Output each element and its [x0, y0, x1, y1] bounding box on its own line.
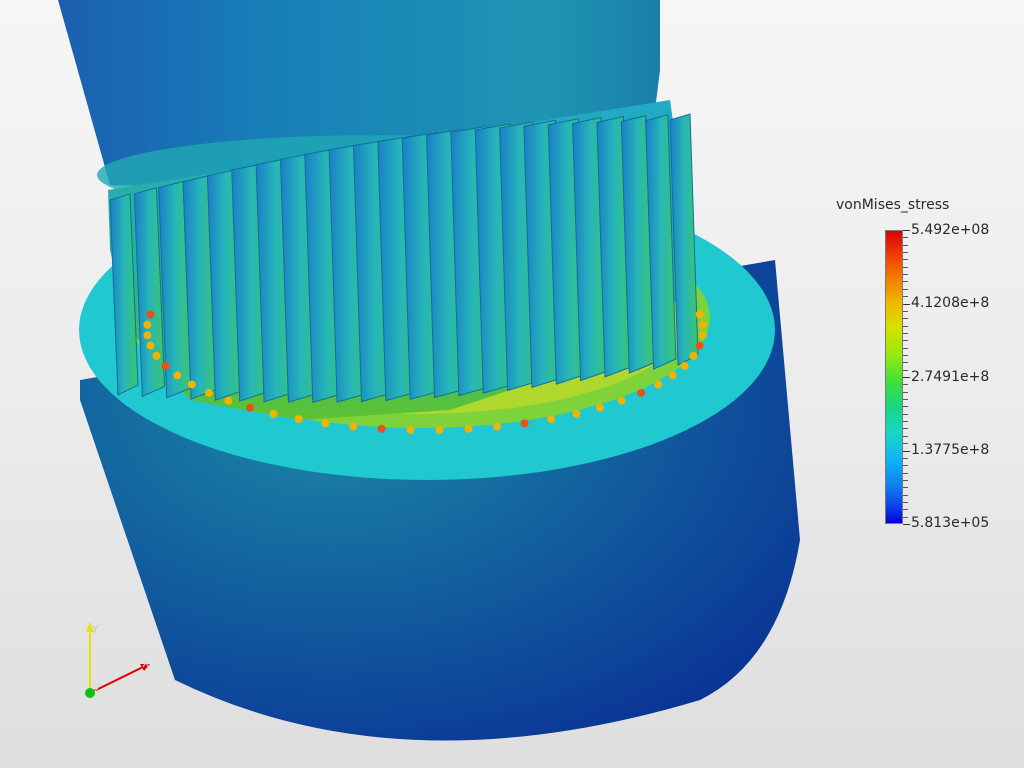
- color-bar-tick: [903, 332, 908, 334]
- color-bar-ticks: [903, 230, 910, 525]
- color-bar-tick: [903, 310, 908, 312]
- legend-label-4: 1.3775e+8: [911, 442, 990, 458]
- color-bar-tick: [903, 457, 908, 459]
- color-bar-tick: [903, 509, 908, 511]
- stress-hotspot: [152, 351, 161, 360]
- render-viewport[interactable]: Y X Z vonMises_stress 5.492e+08 4.1208e+…: [0, 0, 1024, 768]
- legend-label-2: 4.1208e+8: [911, 295, 990, 311]
- stress-hotspot: [572, 409, 581, 418]
- stress-hotspot: [698, 320, 707, 329]
- stress-hotspot: [654, 380, 663, 389]
- stress-hotspot: [143, 320, 152, 329]
- color-bar-tick: [903, 472, 908, 474]
- color-bar-tick: [903, 318, 908, 320]
- stress-hotspot: [617, 396, 626, 405]
- stress-hotspot: [377, 424, 386, 433]
- stress-hotspot: [695, 341, 704, 350]
- color-bar-tick: [903, 237, 908, 239]
- color-bar-tick: [903, 443, 908, 445]
- color-bar-tick: [903, 259, 908, 261]
- stress-hotspot: [406, 425, 415, 434]
- color-bar-tick: [903, 288, 908, 290]
- x-axis-label: X: [142, 657, 150, 670]
- stress-hotspot: [698, 331, 707, 340]
- color-bar-tick: [903, 296, 908, 298]
- color-bar-tick: [903, 516, 908, 518]
- color-bar-tick: [903, 274, 908, 276]
- legend-title: vonMises_stress: [836, 197, 950, 213]
- color-bar-tick: [903, 501, 908, 503]
- color-bar-tick: [903, 362, 908, 364]
- stress-hotspot: [595, 403, 604, 412]
- color-bar-tick: [903, 244, 908, 246]
- stress-hotspot: [695, 310, 704, 319]
- color-bar-tick: [903, 230, 910, 231]
- color-bar-tick: [903, 340, 908, 342]
- stress-hotspot: [204, 388, 213, 397]
- color-bar-tick: [903, 303, 910, 305]
- stress-hotspot: [146, 310, 155, 319]
- color-bar-tick: [903, 384, 908, 386]
- stress-hotspot: [269, 409, 278, 418]
- color-bar-tick: [903, 450, 910, 452]
- color-bar-tick: [903, 347, 908, 349]
- z-axis-label: Z: [94, 682, 102, 695]
- color-bar-tick: [903, 391, 908, 393]
- color-bar-tick: [903, 428, 908, 430]
- stress-hotspot: [349, 422, 358, 431]
- stress-hotspot: [680, 361, 689, 370]
- legend-label-min: 5.813e+05: [911, 515, 990, 531]
- stress-hotspot: [520, 419, 529, 428]
- orientation-axes: Y X Z: [85, 622, 150, 698]
- color-bar-tick: [903, 354, 908, 356]
- stress-hotspot: [161, 361, 170, 370]
- color-bar: [885, 230, 903, 524]
- stress-hotspot: [464, 424, 473, 433]
- stress-hotspot: [294, 415, 303, 424]
- stress-hotspot: [547, 415, 556, 424]
- legend-label-3: 2.7491e+8: [911, 369, 990, 385]
- color-bar-tick: [903, 252, 908, 254]
- color-bar-tick: [903, 325, 908, 327]
- color-bar-tick: [903, 369, 908, 371]
- stress-hotspot: [187, 380, 196, 389]
- color-bar-tick: [903, 465, 908, 467]
- stress-hotspot: [668, 371, 677, 380]
- color-bar-tick: [903, 413, 908, 415]
- color-bar-tick: [903, 494, 908, 496]
- color-bar-tick: [903, 479, 908, 481]
- color-bar-tick: [903, 406, 908, 408]
- y-axis-label: Y: [91, 623, 99, 636]
- color-bar-tick: [903, 421, 908, 423]
- color-bar-tick: [903, 524, 910, 525]
- stress-hotspot: [689, 351, 698, 360]
- stress-hotspot: [435, 425, 444, 434]
- stress-hotspot: [321, 419, 330, 428]
- stress-hotspot: [492, 422, 501, 431]
- color-bar-tick: [903, 281, 908, 283]
- color-bar-tick: [903, 487, 908, 489]
- stress-hotspot: [143, 331, 152, 340]
- stress-hotspot: [173, 371, 182, 380]
- stress-hotspot: [224, 396, 233, 405]
- color-bar-tick: [903, 435, 908, 437]
- color-bar-tick: [903, 399, 908, 401]
- legend-label-max: 5.492e+08: [911, 222, 990, 238]
- color-bar-tick: [903, 266, 908, 268]
- color-bar-tick: [903, 377, 910, 378]
- stress-hotspot: [246, 403, 255, 412]
- stress-hotspot: [146, 341, 155, 350]
- stress-model-render[interactable]: Y X Z: [0, 0, 1024, 768]
- stress-hotspot: [637, 388, 646, 397]
